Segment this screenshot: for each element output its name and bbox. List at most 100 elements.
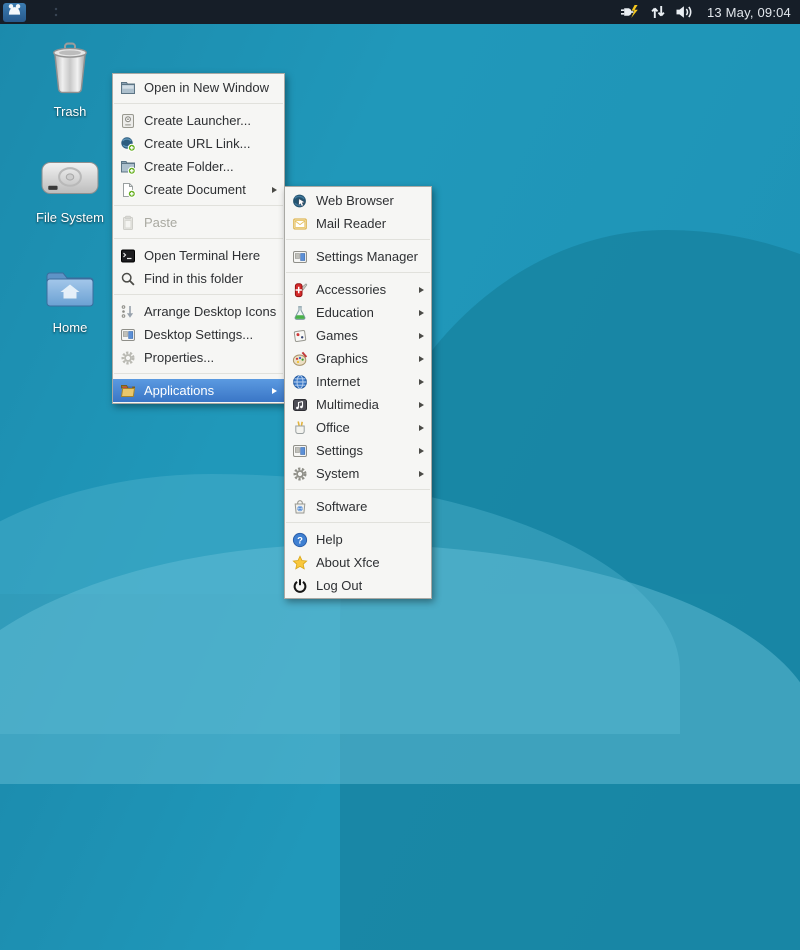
menu-item-label: Arrange Desktop Icons <box>144 304 276 319</box>
submenu-arrow-icon <box>419 287 424 293</box>
menu-item-web-browser[interactable]: Web Browser <box>285 189 431 212</box>
about-xfce-icon <box>292 555 308 571</box>
menu-item-label: About Xfce <box>316 555 380 570</box>
menu-item-label: Create Folder... <box>144 159 234 174</box>
volume-icon[interactable] <box>675 4 694 20</box>
submenu-arrow-icon <box>419 379 424 385</box>
applications-menu-button[interactable] <box>3 3 26 22</box>
panel-clock[interactable]: 13 May, 09:04 <box>707 5 791 20</box>
menu-item-label: Internet <box>316 374 360 389</box>
menu-item-label: Create URL Link... <box>144 136 250 151</box>
arrange-icons-icon <box>120 304 136 320</box>
menu-item-internet[interactable]: Internet <box>285 370 431 393</box>
menu-item-games[interactable]: Games <box>285 324 431 347</box>
panel-separator-handle <box>54 6 58 18</box>
menu-separator <box>114 373 283 374</box>
settings-manager-icon <box>292 249 308 265</box>
menu-item-label: Log Out <box>316 578 362 593</box>
menu-item-label: Open Terminal Here <box>144 248 260 263</box>
home-folder-icon <box>45 266 95 315</box>
terminal-icon <box>120 248 136 264</box>
menu-separator <box>286 272 430 273</box>
menu-item-paste: Paste <box>113 211 284 234</box>
menu-separator <box>286 522 430 523</box>
submenu-arrow-icon <box>272 187 277 193</box>
menu-item-settings[interactable]: Settings <box>285 439 431 462</box>
menu-separator <box>286 239 430 240</box>
menu-item-graphics[interactable]: Graphics <box>285 347 431 370</box>
menu-item-education[interactable]: Education <box>285 301 431 324</box>
menu-item-applications[interactable]: Applications <box>113 379 284 402</box>
submenu-arrow-icon <box>419 448 424 454</box>
create-url-link-icon <box>120 136 136 152</box>
desktop-icon-label: Trash <box>54 104 87 119</box>
menu-item-find-in-this-folder[interactable]: Find in this folder <box>113 267 284 290</box>
submenu-arrow-icon <box>419 333 424 339</box>
web-browser-icon <box>292 193 308 209</box>
desktop-context-menu: Open in New Window Create Launcher... Crea… <box>112 73 285 404</box>
menu-item-label: Mail Reader <box>316 216 386 231</box>
settings-icon <box>292 443 308 459</box>
menu-item-label: Office <box>316 420 350 435</box>
menu-item-label: Games <box>316 328 358 343</box>
menu-item-system[interactable]: System <box>285 462 431 485</box>
svg-text:?: ? <box>297 535 303 546</box>
mail-reader-icon <box>292 216 308 232</box>
menu-item-open-in-new-window[interactable]: Open in New Window <box>113 76 284 99</box>
menu-item-label: Settings <box>316 443 363 458</box>
menu-item-open-terminal-here[interactable]: Open Terminal Here <box>113 244 284 267</box>
help-icon: ? <box>292 532 308 548</box>
accessories-icon <box>292 282 308 298</box>
filesystem-drive-icon <box>41 156 99 205</box>
submenu-arrow-icon <box>419 310 424 316</box>
menu-item-create-folder[interactable]: Create Folder... <box>113 155 284 178</box>
office-icon <box>292 420 308 436</box>
menu-item-label: Desktop Settings... <box>144 327 253 342</box>
menu-item-label: Accessories <box>316 282 386 297</box>
create-document-icon <box>120 182 136 198</box>
menu-item-label: Paste <box>144 215 177 230</box>
menu-item-multimedia[interactable]: Multimedia <box>285 393 431 416</box>
menu-item-accessories[interactable]: Accessories <box>285 278 431 301</box>
menu-separator <box>286 489 430 490</box>
network-traffic-icon[interactable] <box>650 4 666 20</box>
new-window-folder-icon <box>120 80 136 96</box>
menu-item-label: Properties... <box>144 350 214 365</box>
menu-item-label: Software <box>316 499 367 514</box>
menu-item-create-launcher[interactable]: Create Launcher... <box>113 109 284 132</box>
education-icon <box>292 305 308 321</box>
applications-submenu: Web Browser Mail Reader Settings Manager Ac… <box>284 186 432 599</box>
menu-item-software[interactable]: Software <box>285 495 431 518</box>
desktop-icon-label: File System <box>36 210 104 225</box>
menu-item-label: Create Launcher... <box>144 113 251 128</box>
menu-item-properties[interactable]: Properties... <box>113 346 284 369</box>
menu-item-label: Education <box>316 305 374 320</box>
menu-item-arrange-desktop-icons[interactable]: Arrange Desktop Icons <box>113 300 284 323</box>
games-icon <box>292 328 308 344</box>
multimedia-icon <box>292 397 308 413</box>
menu-item-desktop-settings[interactable]: Desktop Settings... <box>113 323 284 346</box>
menu-item-help[interactable]: ?Help <box>285 528 431 551</box>
menu-item-create-url-link[interactable]: Create URL Link... <box>113 132 284 155</box>
submenu-arrow-icon <box>272 388 277 394</box>
menu-item-mail-reader[interactable]: Mail Reader <box>285 212 431 235</box>
create-folder-icon <box>120 159 136 175</box>
desktop-icon-home[interactable]: Home <box>22 266 118 335</box>
xfce-whisker-menu-icon <box>7 3 22 21</box>
trash-icon <box>47 42 93 99</box>
menu-item-label: Open in New Window <box>144 80 269 95</box>
menu-item-create-document[interactable]: Create Document <box>113 178 284 201</box>
menu-item-about-xfce[interactable]: About Xfce <box>285 551 431 574</box>
menu-item-office[interactable]: Office <box>285 416 431 439</box>
desktop-icon-trash[interactable]: Trash <box>22 42 118 119</box>
power-plug-icon[interactable] <box>620 4 641 20</box>
desktop[interactable]: { "panel": { "launcher_icon": "xfce-whis… <box>0 0 800 594</box>
menu-separator <box>114 103 283 104</box>
system-gear-icon <box>292 466 308 482</box>
desktop-settings-icon <box>120 327 136 343</box>
menu-separator <box>114 294 283 295</box>
submenu-arrow-icon <box>419 356 424 362</box>
desktop-icon-file-system[interactable]: File System <box>22 156 118 225</box>
menu-item-settings-manager[interactable]: Settings Manager <box>285 245 431 268</box>
internet-globe-icon <box>292 374 308 390</box>
